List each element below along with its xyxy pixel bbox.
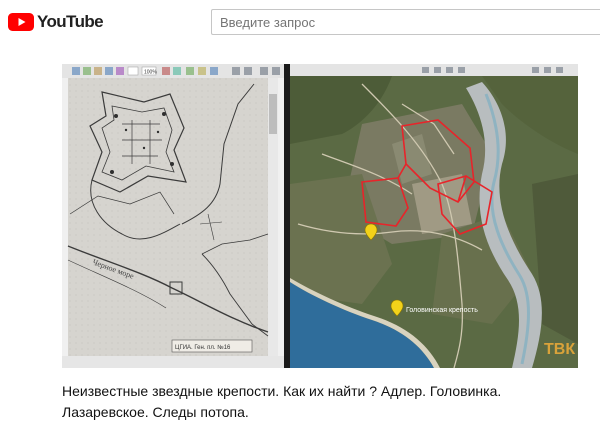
channel-watermark: ТВК — [544, 341, 575, 358]
window-divider — [284, 64, 290, 368]
video-player[interactable]: 100% Черное море ЦГИА. Ген. пл. №16 Голо… — [62, 64, 578, 368]
video-title[interactable]: Неизвестные звездные крепости. Как их на… — [62, 381, 582, 423]
scan-viewer-window: 100% Черное море ЦГИА. Ген. пл. №16 — [62, 64, 284, 368]
archive-stamp: ЦГИА. Ген. пл. №16 — [171, 339, 253, 353]
logo-wordmark: YouTube — [37, 12, 104, 31]
satellite-map-window: Головинская крепость ТВК — [290, 64, 578, 368]
svg-text:ЦГИА. Ген. пл. №16: ЦГИА. Ген. пл. №16 — [175, 344, 231, 351]
zoom-level: 100% — [144, 70, 157, 76]
search-input[interactable] — [211, 9, 600, 35]
pin-label: Головинская крепость — [406, 307, 478, 314]
video-title-line: Лазаревское. Следы потопа. — [62, 404, 249, 420]
masthead: YouTube — [0, 0, 600, 44]
video-frame: 100% Черное море ЦГИА. Ген. пл. №16 Голо… — [62, 64, 578, 368]
play-button-icon — [8, 13, 34, 31]
youtube-logo[interactable]: YouTube — [8, 12, 104, 32]
video-title-line: Неизвестные звездные крепости. Как их на… — [62, 383, 502, 399]
